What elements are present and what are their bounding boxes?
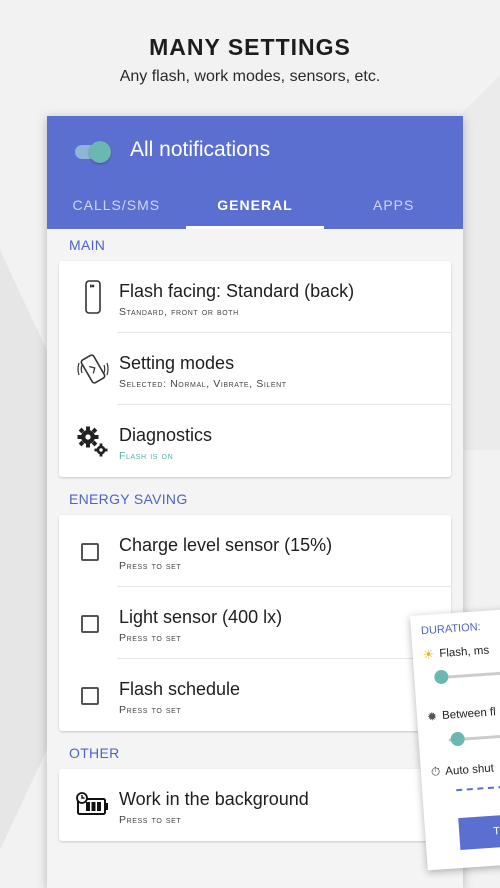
auto-shutoff-label: Auto shut xyxy=(444,762,495,778)
auto-shutoff-row: ⏱ Auto shut xyxy=(430,761,494,780)
flash-duration-label: Flash, ms xyxy=(438,644,490,661)
setting-subtitle: Press to set xyxy=(119,814,182,826)
auto-shutoff-slider[interactable] xyxy=(456,783,500,792)
setting-title: Diagnostics xyxy=(119,425,213,445)
battery-clock-icon xyxy=(76,792,108,815)
setting-flash-facing[interactable]: Flash facing: Standard (back) Standard, … xyxy=(59,261,451,333)
setting-title: Flash facing: Standard (back) xyxy=(119,281,355,301)
promo-subtitle: Any flash, work modes, sensors, etc. xyxy=(119,68,381,85)
setting-flash-schedule[interactable]: Flash schedule Press to set xyxy=(59,659,451,731)
setting-diagnostics[interactable]: Diagnostics Flash is on xyxy=(59,405,451,477)
setting-light-sensor[interactable]: Light sensor (400 lx) Press to set xyxy=(59,587,451,659)
flash-schedule-checkbox[interactable] xyxy=(81,687,99,705)
promo-title: MANY SETTINGS xyxy=(149,34,351,60)
setting-title: Light sensor (400 lx) xyxy=(119,607,283,627)
flash-duration-row: ☀ Flash, ms xyxy=(422,643,489,664)
timer-icon: ⏱ xyxy=(430,764,441,779)
test-button[interactable]: TES xyxy=(458,812,500,851)
setting-subtitle: Press to set xyxy=(119,632,182,644)
section-label-main: MAIN xyxy=(69,237,106,253)
card-energy: Charge level sensor (15%) Press to set L… xyxy=(59,515,451,731)
card-main: Flash facing: Standard (back) Standard, … xyxy=(59,261,451,477)
section-label-other: OTHER xyxy=(69,745,120,761)
duration-label: DURATION: xyxy=(420,621,482,638)
section-label-energy: ENERGY SAVING xyxy=(69,491,188,507)
app-bar-title: All notifications xyxy=(130,138,271,161)
sun-icon: ☀ xyxy=(422,646,435,663)
vibrate-phone-icon xyxy=(77,354,109,384)
tab-apps[interactable]: APPS xyxy=(324,188,463,229)
setting-subtitle: Standard, front or both xyxy=(119,306,239,318)
setting-charge-level[interactable]: Charge level sensor (15%) Press to set xyxy=(59,515,451,587)
app-bar: All notifications CALLS/SMS GENERAL APPS xyxy=(47,116,463,229)
all-notifications-toggle[interactable] xyxy=(75,140,111,163)
between-flashes-slider-thumb[interactable] xyxy=(450,731,466,747)
gears-icon xyxy=(77,426,108,457)
phone-icon xyxy=(85,280,101,314)
between-flashes-row: ✹ Between fl xyxy=(427,705,497,724)
toggle-thumb xyxy=(89,141,111,163)
setting-work-background[interactable]: Work in the background Press to set xyxy=(59,769,451,841)
charge-level-checkbox[interactable] xyxy=(81,543,99,561)
light-sensor-checkbox[interactable] xyxy=(81,615,99,633)
setting-title: Work in the background xyxy=(119,789,309,809)
flash-duration-slider-thumb[interactable] xyxy=(433,669,449,685)
between-flashes-label: Between fl xyxy=(441,706,497,722)
tab-bar: CALLS/SMS GENERAL APPS xyxy=(47,188,463,229)
tab-calls-sms[interactable]: CALLS/SMS xyxy=(47,188,186,229)
setting-subtitle: Press to set xyxy=(119,704,182,716)
brightness-icon: ✹ xyxy=(426,709,438,725)
setting-subtitle: Selected: Normal, Vibrate, Silent xyxy=(119,378,287,390)
tab-general[interactable]: GENERAL xyxy=(185,188,325,229)
setting-subtitle: Press to set xyxy=(119,560,182,572)
setting-title: Setting modes xyxy=(119,353,235,373)
setting-title: Charge level sensor (15%) xyxy=(119,535,333,555)
app-screen: All notifications CALLS/SMS GENERAL APPS… xyxy=(47,116,463,888)
setting-subtitle: Flash is on xyxy=(119,450,174,462)
setting-modes[interactable]: Setting modes Selected: Normal, Vibrate,… xyxy=(59,333,451,405)
card-other: Work in the background Press to set xyxy=(59,769,451,841)
setting-title: Flash schedule xyxy=(119,679,241,699)
